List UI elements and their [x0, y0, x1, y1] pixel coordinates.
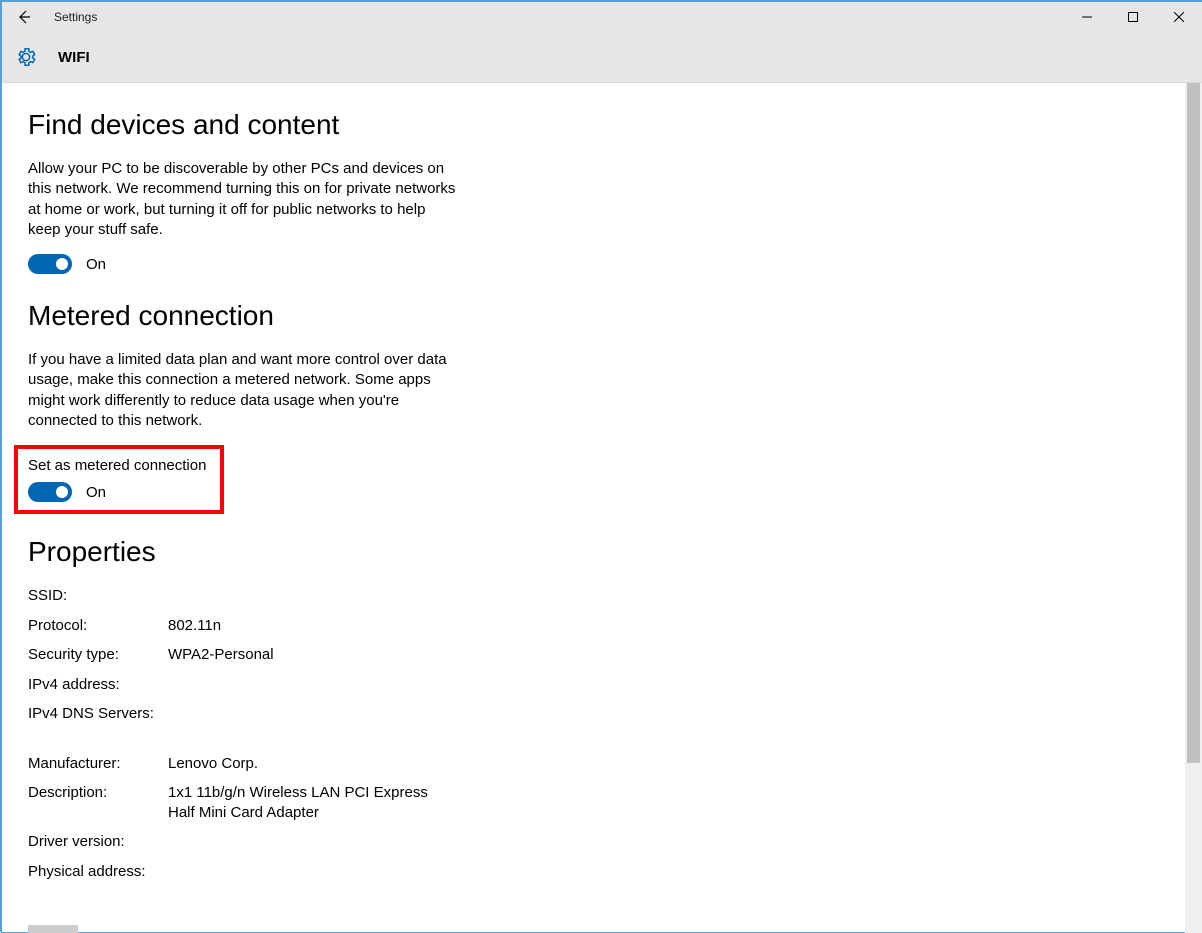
metered-sub-label: Set as metered connection — [28, 457, 210, 474]
find-devices-heading: Find devices and content — [28, 109, 628, 141]
close-icon — [1174, 12, 1184, 22]
page-header: WIFI — [2, 32, 1202, 83]
metered-heading: Metered connection — [28, 300, 628, 332]
property-key: Manufacturer: — [28, 754, 168, 774]
settings-icon[interactable] — [14, 45, 38, 69]
minimize-icon — [1082, 12, 1092, 22]
metered-description: If you have a limited data plan and want… — [28, 350, 458, 431]
property-value: Lenovo Corp. — [168, 754, 258, 774]
metered-toggle[interactable] — [28, 482, 72, 502]
page-title: WIFI — [58, 49, 90, 66]
find-devices-toggle-label: On — [86, 256, 106, 273]
properties-heading: Properties — [28, 536, 628, 568]
back-button[interactable] — [14, 7, 34, 27]
content-scroll-area: Find devices and content Allow your PC t… — [2, 83, 1202, 933]
scrollbar[interactable] — [1185, 83, 1202, 933]
properties-table: SSID: Protocol: 802.11n Security type: W… — [28, 586, 628, 881]
property-key: Security type: — [28, 645, 168, 665]
property-row: Protocol: 802.11n — [28, 616, 628, 636]
content: Find devices and content Allow your PC t… — [2, 83, 654, 911]
property-row: SSID: — [28, 586, 628, 606]
property-key: SSID: — [28, 586, 168, 606]
property-key: Physical address: — [28, 862, 168, 882]
property-row: Driver version: — [28, 832, 628, 852]
maximize-button[interactable] — [1110, 2, 1156, 32]
window-title: Settings — [54, 10, 97, 24]
property-row: Manufacturer: Lenovo Corp. — [28, 754, 628, 774]
metered-toggle-row: On — [28, 482, 210, 502]
close-button[interactable] — [1156, 2, 1202, 32]
metered-highlight-box: Set as metered connection On — [14, 445, 224, 514]
property-key: Description: — [28, 783, 168, 822]
minimize-button[interactable] — [1064, 2, 1110, 32]
metered-toggle-label: On — [86, 484, 106, 501]
property-key: IPv4 DNS Servers: — [28, 704, 168, 724]
find-devices-toggle[interactable] — [28, 254, 72, 274]
property-key: IPv4 address: — [28, 675, 168, 695]
property-value: WPA2-Personal — [168, 645, 274, 665]
property-key: Protocol: — [28, 616, 168, 636]
find-devices-toggle-row: On — [28, 254, 628, 274]
gear-icon — [15, 46, 37, 68]
scrollbar-thumb[interactable] — [1187, 83, 1200, 763]
property-key: Driver version: — [28, 832, 168, 852]
find-devices-description: Allow your PC to be discoverable by othe… — [28, 159, 458, 240]
property-row: Physical address: — [28, 862, 628, 882]
window-controls — [1064, 2, 1202, 32]
property-row: IPv4 address: — [28, 675, 628, 695]
maximize-icon — [1128, 12, 1138, 22]
property-value: 802.11n — [168, 616, 221, 636]
property-row: Security type: WPA2-Personal — [28, 645, 628, 665]
property-row: Description: 1x1 11b/g/n Wireless LAN PC… — [28, 783, 628, 822]
property-row: IPv4 DNS Servers: — [28, 704, 628, 724]
titlebar: Settings — [2, 2, 1202, 32]
property-value: 1x1 11b/g/n Wireless LAN PCI Express Hal… — [168, 783, 458, 822]
arrow-left-icon — [16, 9, 32, 25]
